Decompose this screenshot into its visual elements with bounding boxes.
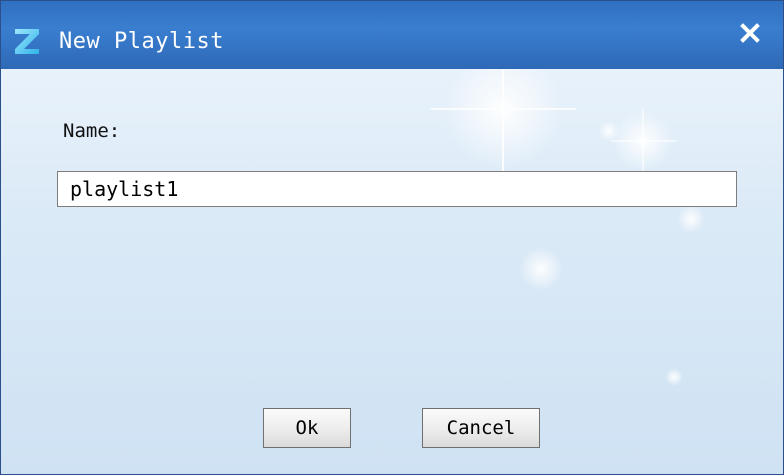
close-button[interactable] bbox=[725, 13, 775, 53]
ok-button[interactable]: Ok bbox=[263, 408, 351, 448]
new-playlist-dialog: New Playlist Name: Ok Cancel bbox=[0, 0, 784, 475]
name-label: Name: bbox=[63, 120, 121, 142]
dialog-title: New Playlist bbox=[59, 29, 224, 54]
title-bar[interactable]: New Playlist bbox=[1, 1, 783, 69]
close-icon bbox=[740, 23, 760, 43]
app-logo-icon bbox=[15, 29, 39, 54]
playlist-name-input[interactable] bbox=[57, 171, 737, 207]
cancel-button[interactable]: Cancel bbox=[422, 408, 540, 448]
